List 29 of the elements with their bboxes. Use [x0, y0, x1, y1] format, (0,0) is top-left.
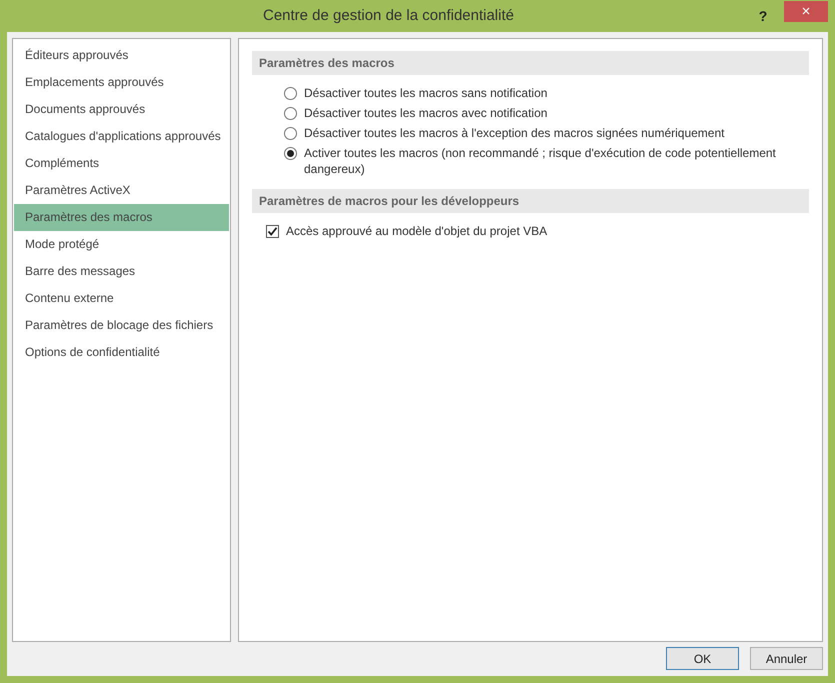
sidebar-item[interactable]: Compléments [14, 150, 229, 177]
sidebar-item[interactable]: Paramètres de blocage des fichiers [14, 312, 229, 339]
close-button[interactable]: × [784, 0, 828, 22]
sidebar-item[interactable]: Éditeurs approuvés [14, 42, 229, 69]
radio-button[interactable] [284, 107, 297, 120]
radio-button[interactable] [284, 87, 297, 100]
section-heading: Paramètres de macros pour les développeurs [252, 189, 809, 213]
sidebar-item[interactable]: Options de confidentialité [14, 339, 229, 366]
ok-button[interactable]: OK [666, 647, 739, 670]
section-heading: Paramètres des macros [252, 51, 809, 75]
option-label: Désactiver toutes les macros à l'exception des macros signées numériquement [304, 125, 724, 141]
radio-button[interactable] [284, 147, 297, 160]
sidebar-item[interactable]: Documents approuvés [14, 96, 229, 123]
radio-button[interactable] [284, 127, 297, 140]
sidebar-item[interactable]: Paramètres ActiveX [14, 177, 229, 204]
sidebar-item[interactable]: Barre des messages [14, 258, 229, 285]
sidebar-item[interactable]: Emplacements approuvés [14, 69, 229, 96]
help-button[interactable]: ? [750, 6, 776, 26]
option-label: Désactiver toutes les macros avec notification [304, 105, 548, 121]
sidebar-item[interactable]: Contenu externe [14, 285, 229, 312]
option-label: Accès approuvé au modèle d'objet du projet VBA [286, 223, 548, 239]
checkbox[interactable] [266, 225, 279, 238]
cancel-button[interactable]: Annuler [750, 647, 823, 670]
window-title: Centre de gestion de la confidentialité [262, 6, 515, 26]
sidebar-item[interactable]: Mode protégé [14, 231, 229, 258]
option-label: Activer toutes les macros (non recommandé ; risque d'exécution de code potentiellement dangereux) [304, 145, 777, 177]
option-label: Désactiver toutes les macros sans notification [304, 85, 548, 101]
sidebar-item[interactable]: Catalogues d'applications approuvés [14, 123, 229, 150]
sidebar-item[interactable]: Paramètres des macros [14, 204, 229, 231]
